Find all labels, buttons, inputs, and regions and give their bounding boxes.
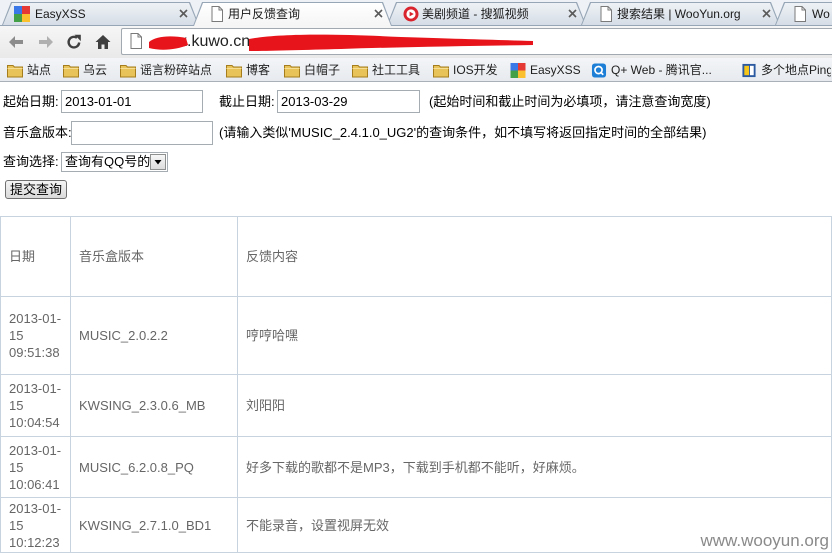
bookmark-label: 站点 [27,63,52,77]
bookmark-qq-web[interactable]: Q+ Web - 腾讯官... [591,61,712,79]
page-icon [598,6,614,22]
tab-title: Wo [812,7,830,21]
redaction-scribble [149,34,533,51]
ping-site-icon [742,63,756,77]
qq-plus-icon [591,62,607,78]
tab-user-feedback-query[interactable]: 用户反馈查询 [193,2,392,26]
bookmark-folder-sites[interactable]: 站点 [7,61,51,79]
folder-icon [120,64,136,77]
column-header-date: 日期 [0,216,71,297]
bookmark-label: IOS开发 [453,63,498,77]
column-header-version: 音乐盒版本 [70,216,238,297]
cell-version: MUSIC_2.0.2.2 [70,296,238,375]
bookmark-label: 谣言粉碎站点 [140,63,213,77]
tab-sohu-video[interactable]: 美剧频道 - 搜狐视频 [387,2,586,25]
submit-query-button[interactable]: 提交查询 [5,180,67,199]
tab-easyxss[interactable]: EasyXSS [2,2,199,25]
cell-date: 2013-01-15 10:12:23 [0,497,71,553]
bookmark-folder-blog[interactable]: 博客 [226,61,270,79]
date-hint: (起始时间和截止时间为必填项，请注意查询宽度) [429,94,711,109]
folder-icon [7,64,23,77]
tab-close-icon[interactable] [374,9,383,18]
folder-icon [433,64,449,77]
table-row: 2013-01-15 10:06:41 MUSIC_6.2.0.8_PQ 好多下… [0,436,832,498]
page-icon [794,6,806,22]
start-date-label: 起始日期: [3,94,59,109]
end-date-input[interactable] [277,90,420,113]
bookmark-folder-social-tools[interactable]: 社工工具 [352,61,420,79]
bookmark-label: 白帽子 [304,63,341,77]
tab-title: EasyXSS [35,7,86,21]
easyxss-favicon-icon [14,6,30,22]
cell-feedback: 哼哼哈嘿 [237,296,832,375]
cell-feedback: 刘阳阳 [237,374,832,437]
bookmark-folder-ios-dev[interactable]: IOS开发 [433,61,498,79]
bookmark-label: Q+ Web - 腾讯官... [611,63,712,77]
tab-close-icon[interactable] [762,9,771,18]
tab-close-icon[interactable] [179,9,188,18]
bookmark-easyxss[interactable]: EasyXSS [510,61,581,79]
cell-feedback: 好多下载的歌都不是MP3，下载到手机都不能听，好麻烦。 [237,436,832,498]
feedback-results-table: 日期 音乐盒版本 反馈内容 2013-01-15 09:51:38 MUSIC_… [0,216,832,553]
folder-icon [63,64,79,77]
table-header-row: 日期 音乐盒版本 反馈内容 [0,216,832,297]
reload-icon[interactable] [65,33,83,51]
page-icon [209,6,225,22]
bookmark-multi-ping[interactable]: 多个地点Ping [741,61,831,79]
chevron-down-icon[interactable] [150,154,166,170]
address-bar[interactable]: x.kuwo.cn [121,28,832,55]
bookmark-folder-rumor-sites[interactable]: 谣言粉碎站点 [120,61,212,79]
bookmark-folder-whitehat[interactable]: 白帽子 [284,61,340,79]
easyxss-favicon-icon [510,62,526,78]
bookmark-label: 博客 [246,63,271,77]
watermark: www.wooyun.org [700,531,829,550]
sohu-video-icon [403,6,419,22]
table-row: 2013-01-15 10:04:54 KWSING_2.3.0.6_MB 刘阳… [0,374,832,437]
cell-date: 2013-01-15 09:51:38 [0,296,71,375]
cell-version: KWSING_2.7.1.0_BD1 [70,497,238,553]
column-header-feedback: 反馈内容 [237,216,832,297]
forward-arrow-icon[interactable] [37,33,55,51]
version-hint: (请输入类似'MUSIC_2.4.1.0_UG2'的查询条件，如不填写将返回指定… [219,125,707,140]
bookmarks-bar: 站点 乌云 谣言粉碎站点 博客 白帽子 社工工具 IOS开发 EasyXSS Q… [0,58,832,82]
start-date-input[interactable] [61,90,203,113]
cell-date: 2013-01-15 10:04:54 [0,374,71,437]
bookmark-label: 社工工具 [372,63,421,77]
cell-date: 2013-01-15 10:06:41 [0,436,71,498]
folder-icon [226,64,242,77]
bookmark-folder-wooyun[interactable]: 乌云 [63,61,107,79]
bookmark-label: EasyXSS [530,63,581,77]
tab-wo-partial[interactable]: Wo [775,2,832,25]
version-label: 音乐盒版本: [3,125,72,140]
tab-wooyun-search[interactable]: 搜索结果 | WooYun.org [581,2,780,25]
browser-window: EasyXSS 用户反馈查询 美剧频道 - 搜狐视频 搜索结果 | WooYun… [0,0,832,554]
bookmark-label: 乌云 [83,63,108,77]
bookmark-label: 多个地点Ping [761,63,831,77]
tab-title: 用户反馈查询 [228,7,301,21]
cell-version: MUSIC_6.2.0.8_PQ [70,436,238,498]
query-select-label: 查询选择: [3,154,59,169]
tab-title: 美剧频道 - 搜狐视频 [422,7,529,21]
back-arrow-icon[interactable] [7,33,25,51]
table-row: 2013-01-15 09:51:38 MUSIC_2.0.2.2 哼哼哈嘿 [0,296,832,375]
home-icon[interactable] [94,33,112,51]
version-input[interactable] [71,121,213,145]
tab-close-icon[interactable] [568,9,577,18]
folder-icon [352,64,368,77]
query-type-select[interactable]: 查询有QQ号的 [61,152,168,172]
browser-toolbar: x.kuwo.cn [0,25,832,58]
cell-version: KWSING_2.3.0.6_MB [70,374,238,437]
tab-title: 搜索结果 | WooYun.org [617,7,741,21]
query-type-selected: 查询有QQ号的 [65,154,151,169]
folder-icon [284,64,300,77]
end-date-label: 截止日期: [219,94,275,109]
